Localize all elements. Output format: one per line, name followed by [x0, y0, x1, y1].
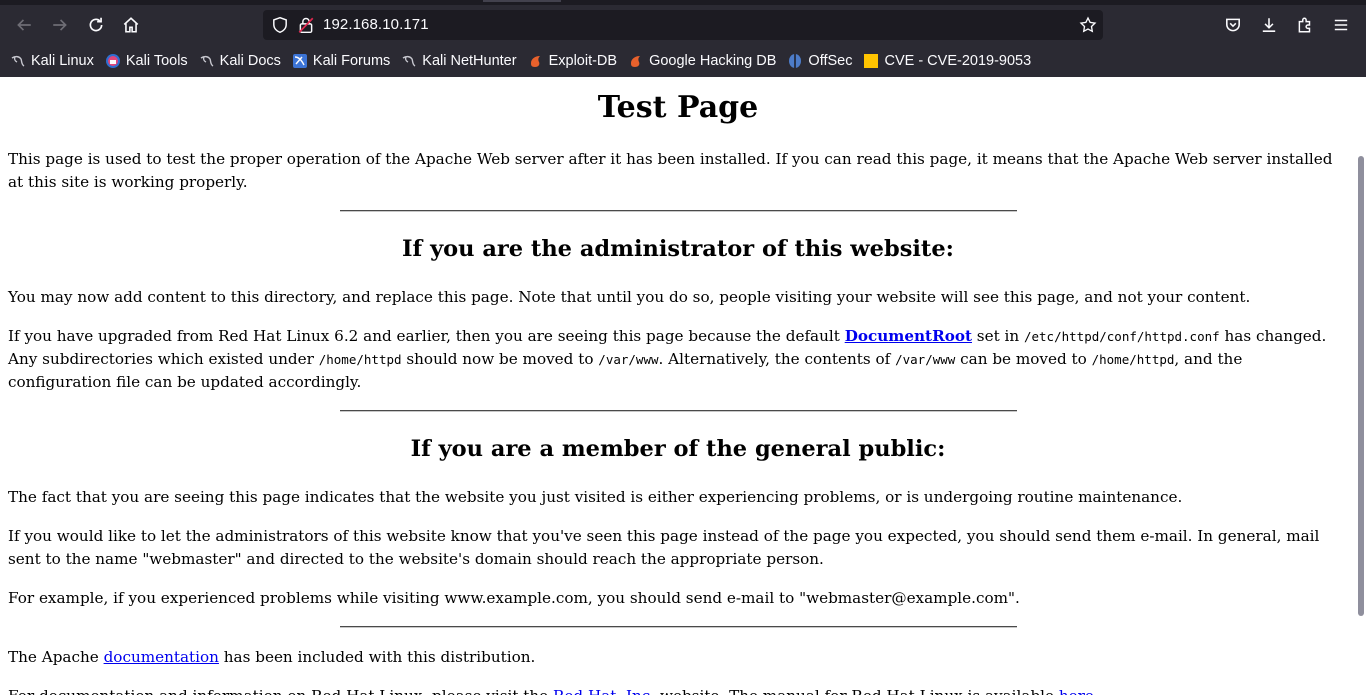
text: . Alternatively, the contents of [658, 350, 896, 368]
public-paragraph-2: If you would like to let the administrat… [8, 527, 1320, 568]
divider [339, 626, 1017, 628]
kali-tools-icon [105, 54, 120, 68]
kali-dragon-icon [200, 55, 214, 67]
text: . [1094, 687, 1099, 695]
bookmark-cve[interactable]: CVE - CVE-2019-9053 [863, 48, 1031, 74]
exploit-db-icon [631, 56, 641, 67]
code-path: /etc/httpd/conf/httpd.conf [1023, 329, 1220, 344]
scrollbar-thumb[interactable] [1358, 156, 1364, 616]
documentroot-link[interactable]: DocumentRoot [845, 327, 972, 345]
bookmark-kali-docs[interactable]: Kali Docs [199, 48, 281, 74]
hamburger-icon [1334, 19, 1348, 31]
bookmark-kali-nethunter[interactable]: Kali NetHunter [401, 48, 517, 74]
text: set in [971, 327, 1024, 345]
menu-button[interactable] [1325, 9, 1357, 41]
forward-button[interactable] [44, 9, 76, 41]
bookmark-label: Kali Tools [125, 53, 188, 69]
bookmarks-toolbar: Kali Linux Kali Tools Kali Docs Kali For… [0, 45, 1366, 77]
downloads-button[interactable] [1253, 9, 1285, 41]
redhat-paragraph: For documentation and information on Red… [8, 685, 1348, 695]
text: website. The manual for Red Hat Linux is… [655, 687, 1059, 695]
exploit-db-icon [530, 56, 540, 67]
divider [339, 210, 1017, 212]
intro-paragraph: This page is used to test the proper ope… [8, 150, 1333, 191]
manual-here-link[interactable]: here [1059, 687, 1094, 695]
text: The Apache [8, 648, 104, 666]
pocket-icon [1226, 18, 1240, 32]
code-path: /home/httpd [1091, 352, 1175, 367]
code-path: /var/www [895, 352, 956, 367]
admin-paragraph-1: You may now add content to this director… [8, 288, 1251, 306]
bookmark-label: Kali Forums [312, 53, 391, 69]
bookmark-label: Exploit-DB [548, 53, 618, 69]
documentation-link[interactable]: documentation [104, 648, 219, 666]
url-bar[interactable]: 192.168.10.171 [263, 10, 1103, 40]
code-path: /home/httpd [318, 352, 402, 367]
home-icon [123, 17, 139, 33]
star-bookmark-icon[interactable] [1079, 16, 1097, 34]
navigation-toolbar: 192.168.10.171 [0, 5, 1366, 45]
pocket-button[interactable] [1217, 9, 1249, 41]
browser-chrome: 192.168.10.171 Kali Linux Kali Tools Kal… [0, 0, 1366, 77]
public-paragraph-3: For example, if you experienced problems… [8, 589, 1020, 607]
kali-dragon-icon [402, 55, 416, 67]
cve-icon [864, 54, 879, 68]
url-text[interactable]: 192.168.10.171 [323, 16, 429, 33]
admin-heading: If you are the administrator of this web… [402, 236, 954, 262]
kali-dragon-icon [11, 55, 25, 67]
back-button[interactable] [8, 9, 40, 41]
redhat-link[interactable]: Red Hat, Inc. [553, 687, 655, 695]
bookmark-label: Kali Docs [219, 53, 281, 69]
page-content: Test Page This page is used to test the … [0, 77, 1356, 695]
shield-icon[interactable] [271, 16, 289, 34]
arrow-left-icon [17, 19, 31, 31]
divider [339, 410, 1017, 412]
bookmark-kali-linux[interactable]: Kali Linux [10, 48, 94, 74]
text: For documentation and information on Red… [8, 687, 553, 695]
offsec-icon [789, 54, 802, 68]
text: has been included with this distribution… [218, 648, 536, 666]
admin-paragraph-2: If you have upgraded from Red Hat Linux … [8, 325, 1348, 394]
bookmark-kali-tools[interactable]: Kali Tools [105, 48, 188, 74]
reload-icon [89, 17, 103, 32]
arrow-right-icon [53, 19, 67, 31]
kali-forums-icon [292, 54, 307, 68]
download-icon [1262, 18, 1276, 32]
reload-button[interactable] [80, 9, 112, 41]
page-title: Test Page [597, 90, 759, 125]
text: can be moved to [955, 350, 1092, 368]
bookmark-offsec[interactable]: OffSec [787, 48, 852, 74]
bookmark-google-hacking-db[interactable]: Google Hacking DB [628, 48, 776, 74]
text: If you have upgraded from Red Hat Linux … [8, 327, 845, 345]
bookmark-label: Kali NetHunter [422, 53, 517, 69]
home-button[interactable] [115, 9, 147, 41]
documentation-paragraph: The Apache documentation has been includ… [8, 646, 1348, 669]
bookmark-label: Kali Linux [31, 53, 94, 69]
code-path: /var/www [598, 352, 659, 367]
insecure-lock-icon[interactable] [297, 16, 315, 34]
bookmark-label: OffSec [808, 53, 853, 69]
text: should now be moved to [401, 350, 599, 368]
public-heading: If you are a member of the general publi… [410, 436, 946, 462]
bookmark-label: CVE - CVE-2019-9053 [884, 53, 1032, 69]
active-tab[interactable] [483, 0, 561, 2]
puzzle-icon [1298, 17, 1311, 33]
public-paragraph-1: The fact that you are seeing this page i… [8, 488, 1183, 506]
bookmark-kali-forums[interactable]: Kali Forums [292, 48, 390, 74]
bookmark-label: Google Hacking DB [649, 53, 777, 69]
page-scrollbar[interactable] [1356, 77, 1366, 695]
bookmark-exploit-db[interactable]: Exploit-DB [528, 48, 618, 74]
extensions-button[interactable] [1289, 9, 1321, 41]
